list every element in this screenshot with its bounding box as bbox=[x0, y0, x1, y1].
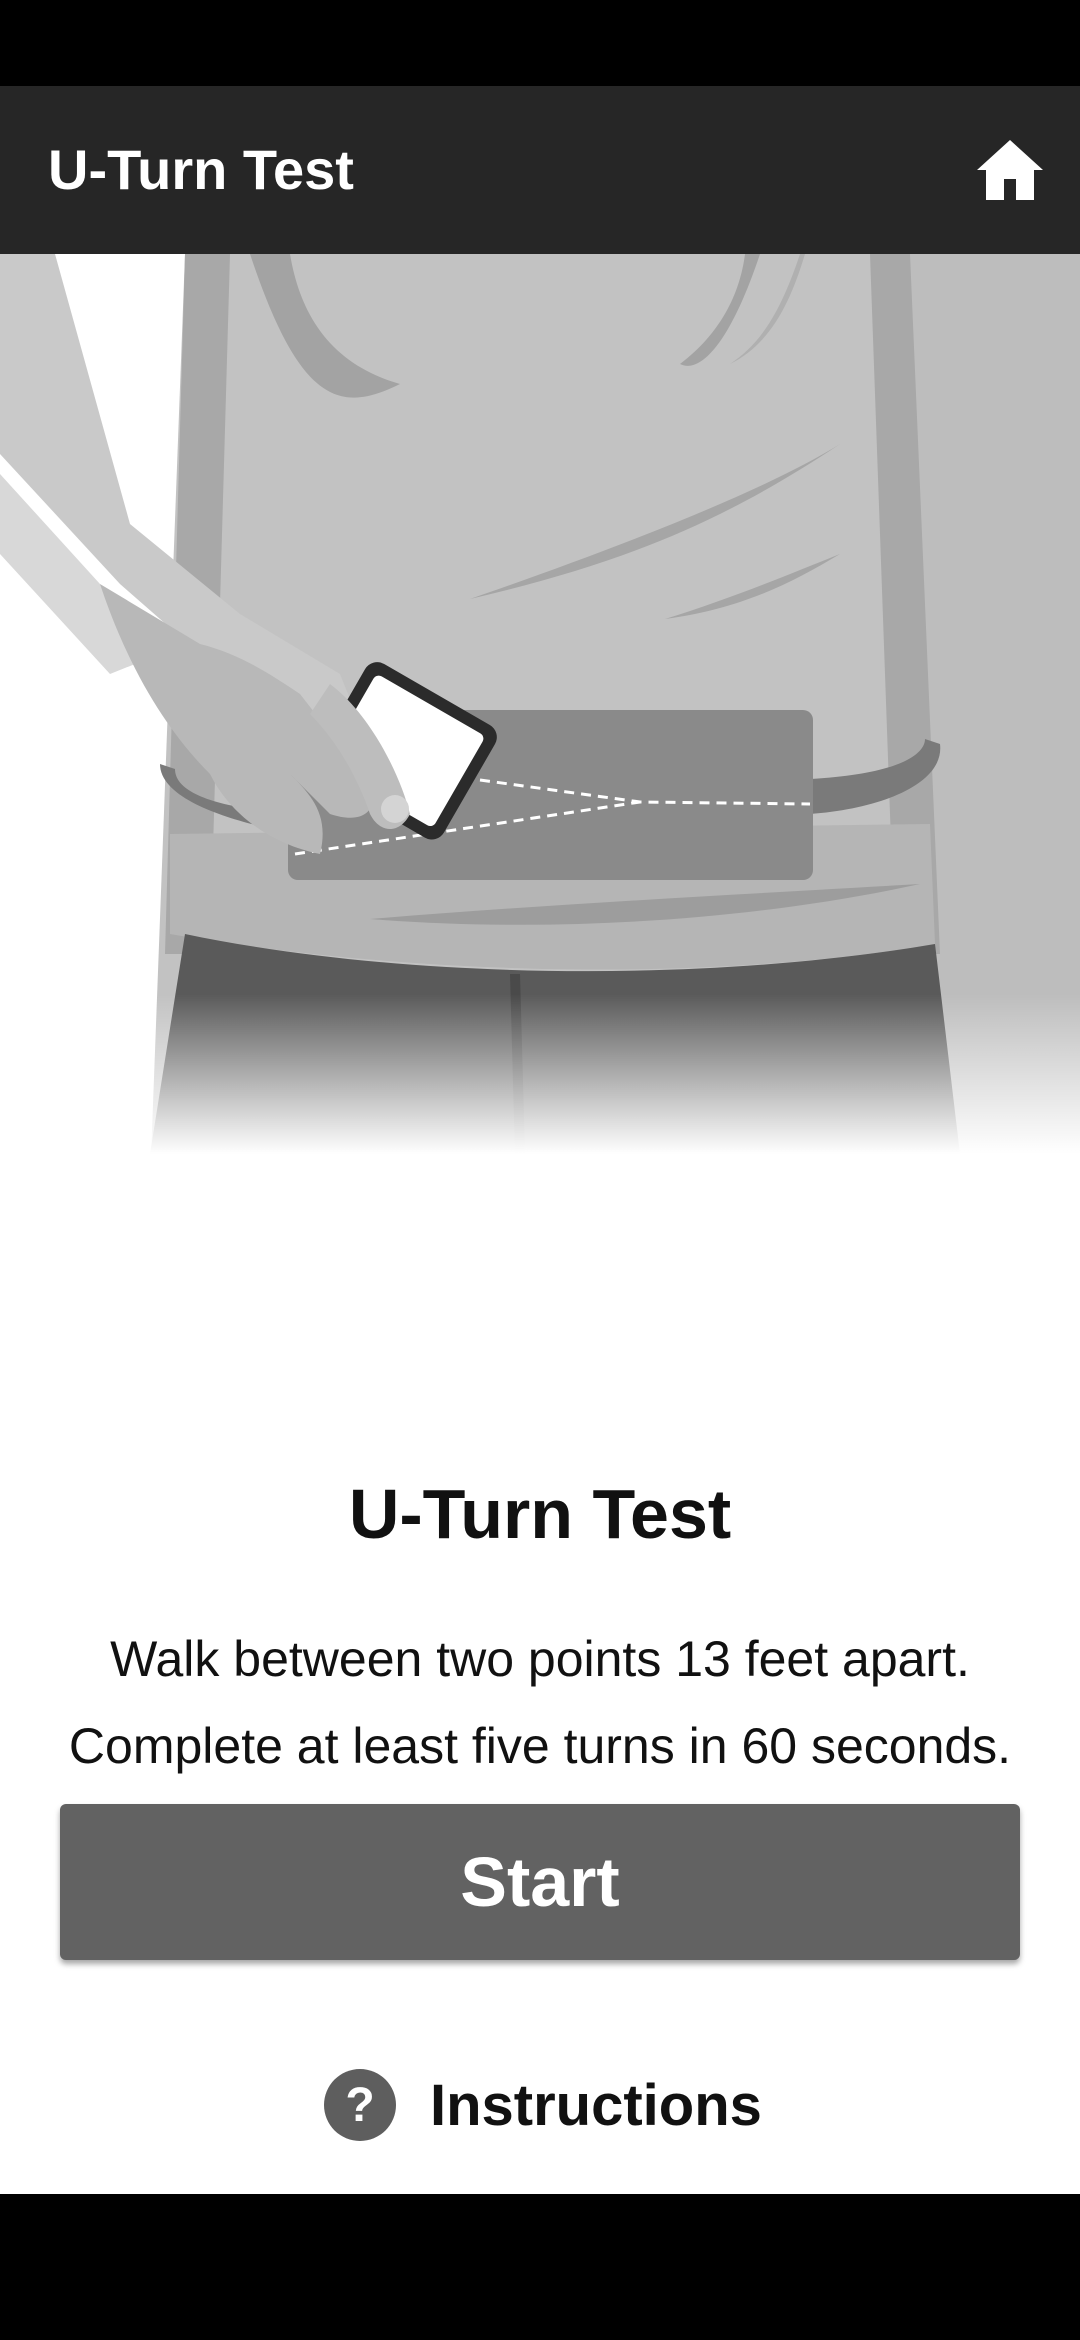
app-title: U-Turn Test bbox=[48, 138, 354, 201]
home-button[interactable] bbox=[970, 130, 1050, 210]
status-bar bbox=[0, 0, 1080, 86]
start-button[interactable]: Start bbox=[60, 1804, 1020, 1960]
instructions-link[interactable]: ? Instructions bbox=[324, 2060, 762, 2150]
description-line: Complete at least five turns in 60 secon… bbox=[68, 1718, 1012, 1774]
test-description: Walk between two points 13 feet apart. C… bbox=[0, 1616, 1080, 1790]
main-content: U-Turn Test Walk between two points 13 f… bbox=[0, 254, 1080, 2194]
help-icon: ? bbox=[324, 2069, 396, 2141]
app-bar: U-Turn Test bbox=[0, 86, 1080, 254]
instructions-label: Instructions bbox=[430, 2072, 762, 2138]
start-button-label: Start bbox=[460, 1843, 620, 1921]
waist-pouch-illustration bbox=[0, 254, 1080, 1154]
test-title: U-Turn Test bbox=[348, 1475, 732, 1553]
description-line: Walk between two points 13 feet apart. bbox=[110, 1631, 970, 1687]
navigation-bar bbox=[0, 2194, 1080, 2340]
home-icon bbox=[977, 140, 1043, 200]
